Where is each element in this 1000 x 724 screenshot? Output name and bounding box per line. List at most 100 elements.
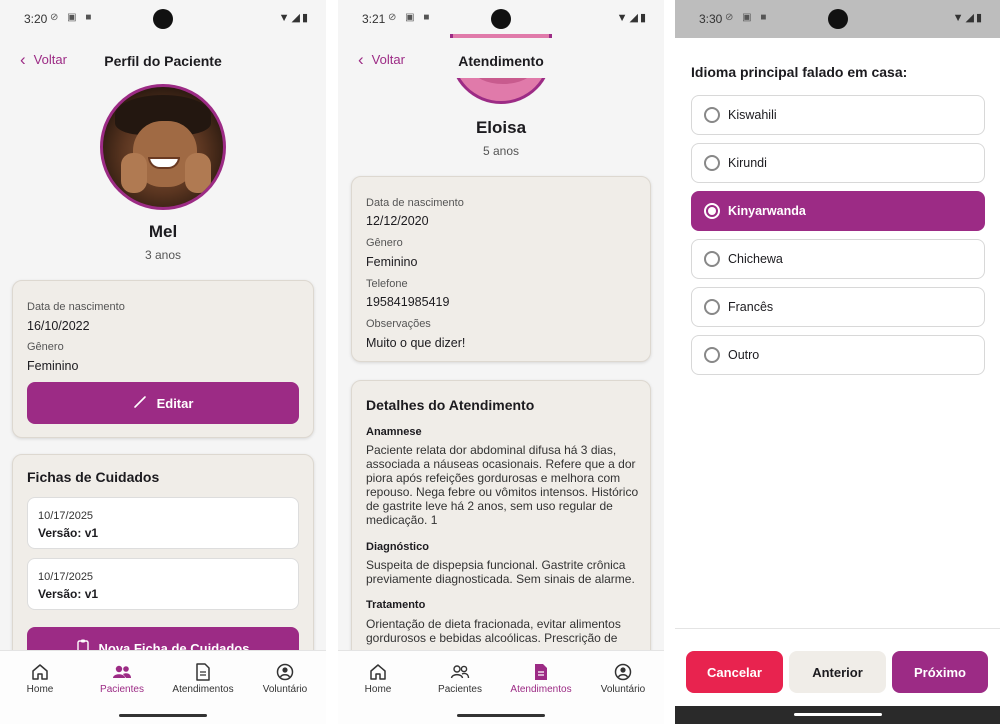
- radio-icon: [704, 299, 720, 315]
- radio-checked-icon: [704, 203, 720, 219]
- status-bar: 3:21 ⊘ ▣ ■ ▼◢▮: [338, 0, 664, 38]
- nav-pacientes[interactable]: Pacientes: [420, 663, 500, 695]
- nav-home[interactable]: Home: [0, 663, 80, 695]
- nav-atendimentos-label: Atendimentos: [510, 684, 572, 695]
- question-text: Idioma principal falado em casa:: [691, 64, 908, 80]
- nav-atendimentos-label: Atendimentos: [172, 684, 234, 695]
- home-icon: [0, 663, 80, 683]
- option-label: Outro: [728, 348, 760, 362]
- nav-voluntario[interactable]: Voluntário: [245, 663, 325, 695]
- radio-icon: [704, 155, 720, 171]
- gender-label: Gênero: [366, 237, 403, 249]
- option-kinyarwanda[interactable]: Kinyarwanda: [691, 191, 985, 231]
- anamnese-heading: Anamnese: [366, 426, 422, 438]
- option-kiswahili[interactable]: Kiswahili: [691, 95, 985, 135]
- nav-voluntario[interactable]: Voluntário: [583, 663, 663, 695]
- edit-label: Editar: [156, 395, 194, 411]
- account-circle-icon: [245, 663, 325, 683]
- phone-value: 195841985419: [366, 295, 450, 309]
- account-circle-icon: [583, 663, 663, 683]
- patient-info-card: Data de nascimento 16/10/2022 Gênero Fem…: [12, 280, 314, 438]
- diagnostico-heading: Diagnóstico: [366, 541, 429, 553]
- signal-battery-icons: ▼◢▮: [616, 12, 648, 24]
- birth-value: 12/12/2020: [366, 214, 429, 228]
- patient-name: Mel: [148, 222, 178, 241]
- details-title: Detalhes do Atendimento: [366, 397, 535, 413]
- birth-label: Data de nascimento: [366, 197, 464, 209]
- cancel-button[interactable]: Cancelar: [686, 651, 783, 693]
- top-bar: ‹ Voltar Perfil do Paciente: [0, 44, 326, 78]
- patient-info-card: Data de nascimento 12/12/2020 Gênero Fem…: [351, 176, 651, 362]
- notification-icons: ⊘ ▣ ■: [725, 12, 770, 23]
- nav-pacientes-label: Pacientes: [438, 684, 482, 695]
- nav-pacientes[interactable]: Pacientes: [82, 663, 162, 695]
- page-title: Perfil do Paciente: [104, 53, 222, 69]
- next-button[interactable]: Próximo: [892, 651, 988, 693]
- radio-icon: [704, 347, 720, 363]
- previous-button[interactable]: Anterior: [789, 651, 886, 693]
- care-record-date: 10/17/2025: [38, 571, 94, 583]
- care-record-item[interactable]: 10/17/2025 Versão: v1: [27, 558, 299, 610]
- phone-label: Telefone: [366, 278, 408, 290]
- appointment-screen: 3:21 ⊘ ▣ ■ ▼◢▮ ‹ Voltar Atendimento Eloi…: [338, 0, 664, 724]
- nav-voluntario-label: Voluntário: [600, 684, 646, 695]
- option-frances[interactable]: Francês: [691, 287, 985, 327]
- wizard-footer: Cancelar Anterior Próximo: [675, 628, 1000, 706]
- top-bar: ‹ Voltar Atendimento: [338, 44, 664, 78]
- nav-home-label: Home: [364, 684, 392, 695]
- patient-avatar: [100, 84, 226, 210]
- option-label: Kiswahili: [728, 108, 777, 122]
- care-record-version: Versão: v1: [38, 526, 99, 540]
- option-label: Kirundi: [728, 156, 767, 170]
- signal-battery-icons: ▼◢▮: [278, 12, 310, 24]
- radio-icon: [704, 251, 720, 267]
- document-icon: [163, 663, 243, 683]
- signal-battery-icons: ▼◢▮: [952, 12, 984, 24]
- option-chichewa[interactable]: Chichewa: [691, 239, 985, 279]
- status-time: 3:21: [362, 12, 386, 26]
- patient-profile-screen: 3:20 ⊘ ▣ ■ ▼◢▮ ‹ Voltar Perfil do Pacien…: [0, 0, 326, 724]
- gender-label: Gênero: [27, 341, 64, 353]
- care-record-version: Versão: v1: [38, 587, 99, 601]
- bottom-navigation: Home Pacientes Atendimentos Voluntário: [0, 650, 326, 724]
- gesture-handle: [119, 714, 207, 717]
- option-kirundi[interactable]: Kirundi: [691, 143, 985, 183]
- nav-home[interactable]: Home: [338, 663, 418, 695]
- care-record-item[interactable]: 10/17/2025 Versão: v1: [27, 497, 299, 549]
- gesture-handle: [457, 714, 545, 717]
- status-bar: 3:20 ⊘ ▣ ■ ▼◢▮: [0, 0, 326, 38]
- camera-cutout: [827, 9, 848, 29]
- appointment-details-card: Detalhes do Atendimento Anamnese Pacient…: [351, 380, 651, 680]
- page-title: Atendimento: [458, 53, 544, 69]
- option-label: Francês: [728, 300, 774, 314]
- gender-value: Feminino: [366, 255, 418, 269]
- document-icon: [501, 663, 581, 683]
- gender-value: Feminino: [27, 359, 79, 373]
- diagnostico-text: Suspeita de dispepsia funcional. Gastrit…: [366, 558, 635, 586]
- camera-cutout: [491, 9, 511, 29]
- gesture-handle: [793, 713, 882, 716]
- patient-name: Eloisa: [475, 118, 527, 137]
- nav-voluntario-label: Voluntário: [262, 684, 308, 695]
- questionnaire-screen: 3:30 ⊘ ▣ ■ ▼◢▮ Idioma principal falado e…: [675, 0, 1000, 724]
- nav-atendimentos[interactable]: Atendimentos: [163, 663, 243, 695]
- care-records-title: Fichas de Cuidados: [27, 469, 160, 485]
- avatar-hand-right: [185, 153, 211, 193]
- edit-button[interactable]: Editar: [27, 382, 299, 424]
- people-icon: [420, 663, 500, 683]
- nav-atendimentos[interactable]: Atendimentos: [501, 663, 581, 695]
- nav-pacientes-label: Pacientes: [100, 684, 144, 695]
- option-label: Chichewa: [728, 252, 783, 266]
- people-icon: [82, 663, 162, 683]
- patient-age: 5 anos: [482, 144, 520, 158]
- option-label: Kinyarwanda: [728, 204, 806, 218]
- birth-label: Data de nascimento: [27, 301, 125, 313]
- notes-label: Observações: [366, 318, 431, 330]
- tratamento-text: Orientação de dieta fracionada, evitar a…: [366, 617, 621, 645]
- status-time: 3:20: [24, 12, 48, 26]
- status-time: 3:30: [699, 12, 723, 26]
- nav-home-label: Home: [26, 684, 54, 695]
- pencil-icon: [133, 395, 147, 412]
- option-outro[interactable]: Outro: [691, 335, 985, 375]
- anamnese-text: Paciente relata dor abdominal difusa há …: [366, 443, 639, 527]
